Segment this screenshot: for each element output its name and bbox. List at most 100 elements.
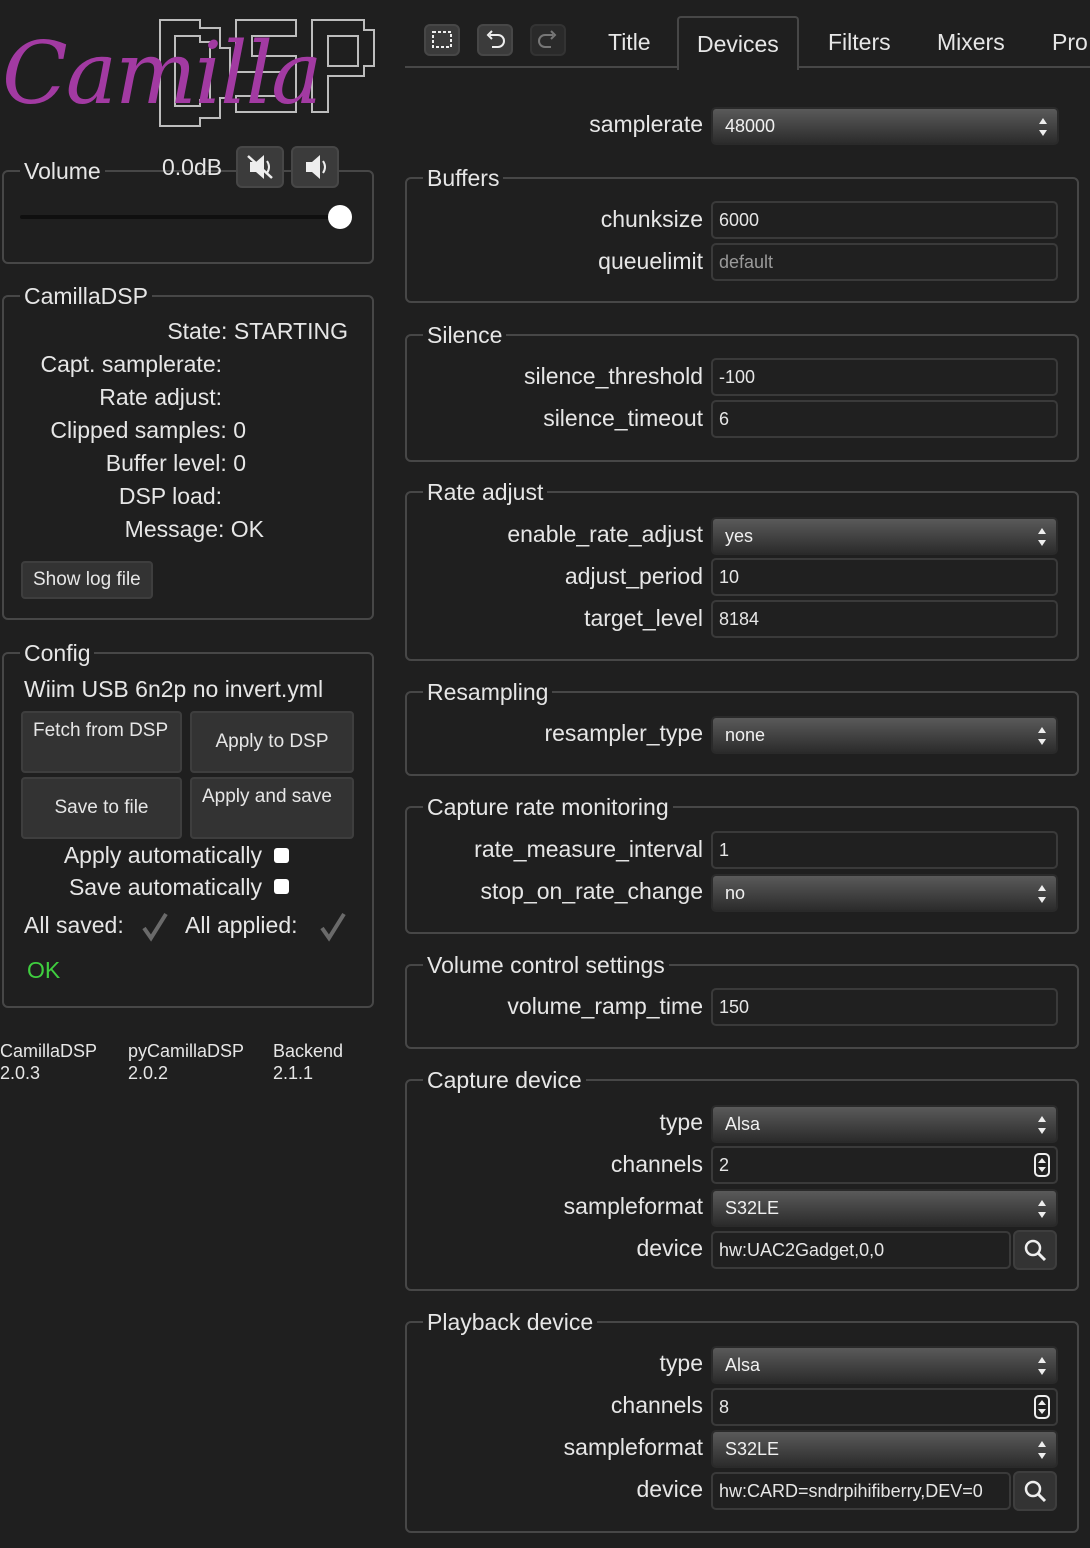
select-all-icon xyxy=(432,31,452,48)
status-row-buffer: Buffer level: 0 xyxy=(105,450,246,476)
apply-to-dsp-button[interactable]: Apply to DSP xyxy=(190,711,354,773)
select-arrows-icon xyxy=(1039,116,1047,138)
volume-slider[interactable] xyxy=(20,205,352,229)
playback-device-input[interactable]: hw:CARD=sndrpihifiberry,DEV=0 xyxy=(711,1472,1011,1510)
volume-legend: Volume xyxy=(24,158,101,184)
chunksize-label: chunksize xyxy=(600,206,703,232)
rate-measure-interval-input[interactable]: 1 xyxy=(711,831,1058,869)
config-filename: Wiim USB 6n2p no invert.yml xyxy=(24,676,324,702)
search-icon xyxy=(1024,1480,1047,1503)
capture-device-search-button[interactable] xyxy=(1013,1230,1057,1270)
volume-slider-track xyxy=(20,215,340,219)
status-row-state: State: STARTING xyxy=(167,318,348,344)
resampler-type-select[interactable]: none xyxy=(711,716,1058,754)
enable-rate-adjust-label: enable_rate_adjust xyxy=(507,521,703,547)
version-backend: Backend 2.1.1 xyxy=(273,1041,344,1083)
playback-sampleformat-label: sampleformat xyxy=(563,1434,703,1460)
playback-device-legend: Playback device xyxy=(427,1309,594,1335)
redo-button[interactable] xyxy=(530,24,566,56)
silence-threshold-input[interactable]: -100 xyxy=(711,358,1058,396)
tab-filters[interactable]: Filters xyxy=(828,16,891,68)
capture-channels-label: channels xyxy=(610,1151,703,1177)
select-arrows-icon xyxy=(1038,1114,1046,1136)
samplerate-select[interactable]: 48000 xyxy=(711,107,1059,145)
all-applied-label: All applied: xyxy=(185,912,298,938)
status-row-dsp-load: DSP load: xyxy=(118,483,222,509)
select-arrows-icon xyxy=(1038,1355,1046,1377)
save-to-file-button[interactable]: Save to file xyxy=(21,777,182,839)
capture-sampleformat-label: sampleformat xyxy=(563,1193,703,1219)
adjust-period-label: adjust_period xyxy=(564,563,703,589)
playback-sampleformat-select[interactable]: S32LE xyxy=(711,1430,1058,1468)
saved-check-icon xyxy=(142,912,168,942)
silence-timeout-label: silence_timeout xyxy=(543,405,703,431)
status-row-rate-adjust: Rate adjust: xyxy=(99,384,222,410)
undo-button[interactable] xyxy=(477,24,513,56)
select-all-button[interactable] xyxy=(424,24,460,56)
volume-ramp-time-label: volume_ramp_time xyxy=(507,993,703,1019)
capture-device-label: device xyxy=(636,1235,703,1261)
enable-rate-adjust-select[interactable]: yes xyxy=(711,517,1058,555)
logo-script-text: Camilla xyxy=(2,24,322,124)
fetch-from-dsp-button[interactable]: Fetch from DSP xyxy=(21,711,182,773)
target-level-input[interactable]: 8184 xyxy=(711,600,1058,638)
status-row-clipped: Clipped samples: 0 xyxy=(50,417,246,443)
select-arrows-icon xyxy=(1038,883,1046,905)
save-automatically-checkbox[interactable] xyxy=(274,879,289,894)
stepper-icon[interactable] xyxy=(1034,1153,1050,1177)
stop-on-rate-change-select[interactable]: no xyxy=(711,874,1058,912)
volume-value: 0.0dB xyxy=(162,154,223,180)
mute-icon xyxy=(247,155,273,179)
applied-check-icon xyxy=(320,912,346,942)
stepper-icon[interactable] xyxy=(1034,1395,1050,1419)
capture-channels-input[interactable]: 2 xyxy=(711,1146,1058,1184)
save-automatically-label: Save automatically xyxy=(68,874,262,900)
playback-type-label: type xyxy=(659,1350,703,1376)
tab-mixers[interactable]: Mixers xyxy=(937,16,1005,68)
show-log-button[interactable]: Show log file xyxy=(21,561,153,599)
tab-title[interactable]: Title xyxy=(608,16,651,68)
mute-button[interactable] xyxy=(236,146,284,188)
rate-adjust-legend: Rate adjust xyxy=(427,479,544,505)
config-ok-status: OK xyxy=(27,957,61,983)
playback-device-search-button[interactable] xyxy=(1013,1471,1057,1511)
capture-device-input[interactable]: hw:UAC2Gadget,0,0 xyxy=(711,1231,1011,1269)
target-level-label: target_level xyxy=(584,605,703,631)
silence-timeout-input[interactable]: 6 xyxy=(711,400,1058,438)
apply-automatically-checkbox[interactable] xyxy=(274,848,289,863)
unmute-button[interactable] xyxy=(291,146,339,188)
status-row-samplerate: Capt. samplerate: xyxy=(40,351,222,377)
tab-processors[interactable]: Pro xyxy=(1052,16,1088,68)
capture-device-legend: Capture device xyxy=(427,1067,582,1093)
volume-slider-thumb[interactable] xyxy=(328,205,352,229)
chunksize-input[interactable]: 6000 xyxy=(711,201,1058,239)
playback-type-select[interactable]: Alsa xyxy=(711,1346,1058,1384)
queuelimit-input[interactable]: default xyxy=(711,243,1058,281)
queuelimit-label: queuelimit xyxy=(598,248,703,274)
undo-icon xyxy=(486,30,505,48)
search-icon xyxy=(1024,1239,1047,1262)
capture-type-select[interactable]: Alsa xyxy=(711,1105,1058,1143)
select-arrows-icon xyxy=(1038,526,1046,548)
select-arrows-icon xyxy=(1038,1198,1046,1220)
silence-legend: Silence xyxy=(427,322,503,348)
tab-devices[interactable]: Devices xyxy=(677,16,799,70)
apply-and-save-button[interactable]: Apply and save xyxy=(190,777,354,839)
version-pycamilladsp: pyCamillaDSP 2.0.2 xyxy=(128,1041,245,1083)
resampling-legend: Resampling xyxy=(427,679,549,705)
status-row-message: Message: OK xyxy=(124,516,264,542)
redo-icon xyxy=(538,30,557,48)
volume-ramp-time-input[interactable]: 150 xyxy=(711,988,1058,1026)
playback-channels-input[interactable]: 8 xyxy=(711,1388,1058,1426)
speaker-icon xyxy=(306,155,326,179)
adjust-period-input[interactable]: 10 xyxy=(711,558,1058,596)
capture-sampleformat-select[interactable]: S32LE xyxy=(711,1189,1058,1227)
playback-channels-label: channels xyxy=(610,1392,703,1418)
silence-threshold-label: silence_threshold xyxy=(523,363,703,389)
apply-automatically-label: Apply automatically xyxy=(63,842,262,868)
stop-on-rate-change-label: stop_on_rate_change xyxy=(480,878,703,904)
samplerate-label: samplerate xyxy=(589,111,703,137)
rate-measure-interval-label: rate_measure_interval xyxy=(474,836,703,862)
config-legend: Config xyxy=(24,640,91,666)
select-arrows-icon xyxy=(1038,725,1046,747)
